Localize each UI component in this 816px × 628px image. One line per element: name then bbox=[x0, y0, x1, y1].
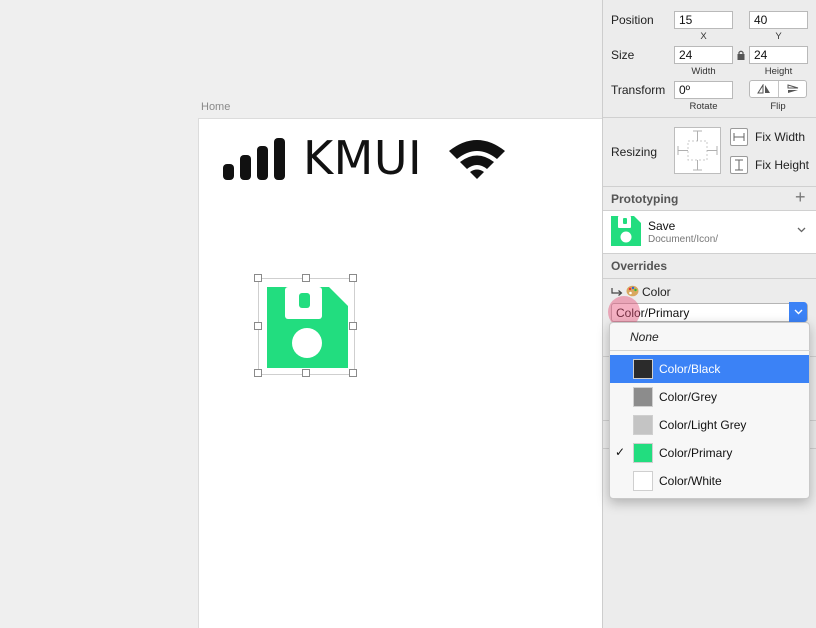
artboard-title[interactable]: Home bbox=[201, 101, 230, 113]
flip-control[interactable] bbox=[749, 80, 807, 98]
select-arrow-icon[interactable] bbox=[789, 302, 807, 322]
inspector-panel: Position 15 40 X Y Size 24 24 Width Heig… bbox=[602, 0, 816, 628]
divider bbox=[603, 278, 816, 279]
overrides-header: Overrides bbox=[611, 259, 668, 273]
position-y-input[interactable]: 40 bbox=[749, 11, 808, 29]
color-swatch bbox=[633, 415, 653, 435]
lock-icon[interactable] bbox=[737, 50, 745, 60]
resize-handle[interactable] bbox=[254, 322, 262, 330]
resize-handle[interactable] bbox=[349, 274, 357, 282]
resizing-label: Resizing bbox=[611, 145, 658, 159]
resize-handle[interactable] bbox=[254, 369, 262, 377]
flip-vertical-icon[interactable] bbox=[786, 84, 800, 94]
menu-item-color-primary[interactable]: ✓ Color/Primary bbox=[610, 439, 809, 467]
resize-handle[interactable] bbox=[302, 369, 310, 377]
signal-strength-icon bbox=[223, 138, 285, 180]
menu-item-label: Color/Black bbox=[659, 362, 721, 376]
size-label: Size bbox=[611, 48, 635, 62]
resize-handle[interactable] bbox=[349, 322, 357, 330]
add-icon[interactable]: + bbox=[795, 188, 806, 206]
flip-caption: Flip bbox=[770, 101, 786, 112]
transform-label: Transform bbox=[611, 83, 666, 97]
rotate-caption: Rotate bbox=[689, 101, 718, 112]
menu-item-label: Color/White bbox=[659, 474, 722, 488]
y-caption: Y bbox=[775, 31, 782, 42]
selected-layer[interactable] bbox=[254, 274, 357, 377]
divider bbox=[603, 117, 816, 118]
checkmark-icon: ✓ bbox=[615, 445, 626, 459]
resize-handle[interactable] bbox=[254, 274, 262, 282]
rotate-input[interactable]: 0º bbox=[674, 81, 733, 99]
divider bbox=[603, 186, 816, 187]
palette-icon bbox=[626, 285, 639, 297]
menu-item-color-grey[interactable]: Color/Grey bbox=[610, 383, 809, 411]
menu-item-none[interactable]: None bbox=[630, 330, 659, 344]
constraints-icon[interactable] bbox=[675, 128, 720, 173]
prototyping-header: Prototyping bbox=[611, 192, 679, 206]
x-caption: X bbox=[700, 31, 707, 42]
fix-height-label[interactable]: Fix Height bbox=[755, 158, 809, 172]
menu-item-color-white[interactable]: Color/White bbox=[610, 467, 809, 495]
resize-handle[interactable] bbox=[302, 274, 310, 282]
menu-item-label: Color/Grey bbox=[659, 390, 718, 404]
save-icon bbox=[267, 287, 348, 368]
color-override-select[interactable]: Color/Primary bbox=[611, 303, 808, 322]
width-caption: Width bbox=[691, 66, 716, 77]
wifi-icon bbox=[449, 140, 505, 179]
menu-item-label: Color/Primary bbox=[659, 446, 733, 460]
canvas[interactable]: Home KMUI bbox=[0, 0, 602, 628]
symbol-name: Save bbox=[648, 219, 676, 233]
color-dropdown-menu: None Color/Black Color/Grey Color/Light … bbox=[609, 322, 811, 499]
menu-item-color-light-grey[interactable]: Color/Light Grey bbox=[610, 411, 809, 439]
height-input[interactable]: 24 bbox=[749, 46, 808, 64]
color-swatch bbox=[633, 443, 653, 463]
brand-text: KMUI bbox=[303, 131, 423, 185]
width-input[interactable]: 24 bbox=[674, 46, 733, 64]
fix-height-icon[interactable] bbox=[730, 156, 748, 174]
fix-width-icon[interactable] bbox=[730, 128, 748, 146]
resize-handle[interactable] bbox=[349, 369, 357, 377]
position-label: Position bbox=[611, 13, 654, 27]
position-x-input[interactable]: 15 bbox=[674, 11, 733, 29]
fix-width-label[interactable]: Fix Width bbox=[755, 130, 805, 144]
chevron-down-icon[interactable] bbox=[797, 227, 806, 233]
resizing-constraints-control[interactable] bbox=[674, 127, 721, 174]
color-swatch bbox=[633, 471, 653, 491]
color-swatch bbox=[633, 387, 653, 407]
menu-item-color-black[interactable]: Color/Black bbox=[610, 355, 809, 383]
menu-separator bbox=[610, 350, 811, 351]
divider bbox=[603, 253, 816, 254]
save-icon bbox=[611, 216, 641, 246]
artboard[interactable]: KMUI bbox=[198, 118, 602, 628]
color-swatch bbox=[633, 359, 653, 379]
flip-horizontal-icon[interactable] bbox=[757, 84, 771, 94]
height-caption: Height bbox=[764, 66, 793, 77]
menu-item-label: Color/Light Grey bbox=[659, 418, 747, 432]
symbol-path: Document/Icon/ bbox=[648, 234, 719, 245]
override-color-label: Color bbox=[642, 285, 671, 299]
